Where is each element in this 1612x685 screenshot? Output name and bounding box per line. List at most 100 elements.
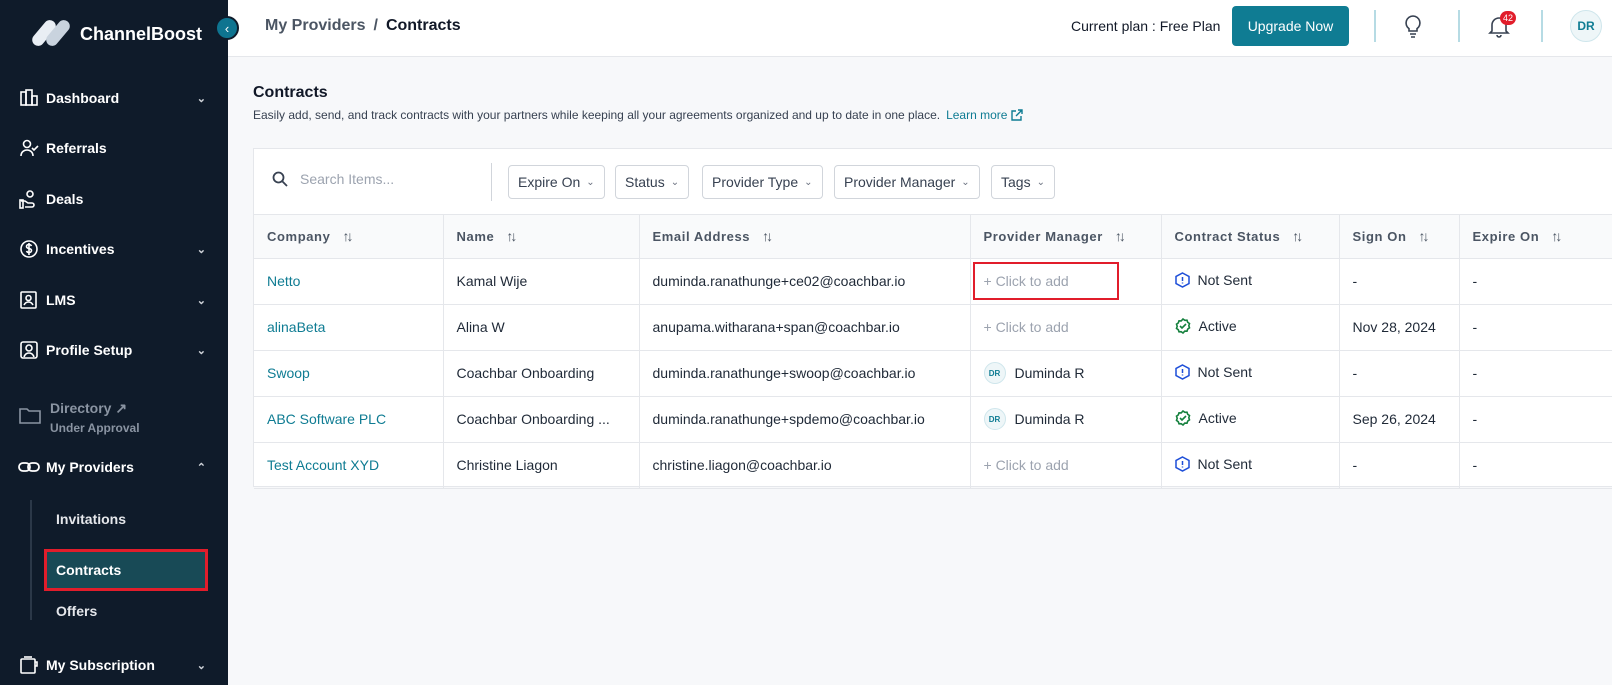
- sidebar-item-label: Dashboard: [46, 90, 120, 106]
- email-address: christine.liagon@coachbar.io: [639, 442, 971, 489]
- filter-provider-manager[interactable]: Provider Manager ⌄: [834, 165, 980, 199]
- dashboard-icon: [18, 87, 40, 109]
- sidebar-item-label: LMS: [46, 292, 76, 308]
- contract-status-cell: Active: [1161, 304, 1340, 351]
- sort-icon[interactable]: ↑↓: [762, 228, 773, 244]
- status-label: Active: [1198, 409, 1237, 426]
- add-provider-manager-button[interactable]: + Click to add: [984, 319, 1069, 335]
- sort-icon[interactable]: ↑↓: [1551, 228, 1562, 244]
- breadcrumb-parent[interactable]: My Providers: [265, 17, 365, 35]
- column-header-contract-status[interactable]: Contract Status ↑↓: [1161, 215, 1340, 259]
- link-icon: [18, 456, 40, 478]
- sort-icon[interactable]: ↑↓: [506, 228, 517, 244]
- sign-on-date: Nov 28, 2024: [1339, 304, 1460, 351]
- folder-icon: [18, 404, 42, 431]
- sidebar-item-my-providers[interactable]: My Providers ⌃: [18, 452, 206, 482]
- filter-status[interactable]: Status ⌄: [615, 165, 690, 199]
- user-avatar[interactable]: DR: [1570, 10, 1602, 42]
- email-address: anupama.witharana+span@coachbar.io: [639, 304, 971, 351]
- chevron-down-icon: ⌄: [804, 176, 813, 188]
- manager-name: Duminda R: [1014, 411, 1085, 427]
- filter-bar: Search Items... Expire On ⌄ Status ⌄ Provi…: [254, 149, 1612, 215]
- company-link[interactable]: Test Account XYD: [254, 442, 444, 489]
- column-header-provider-manager[interactable]: Provider Manager ↑↓: [970, 215, 1162, 259]
- contract-status-cell: Not Sent: [1161, 258, 1340, 305]
- column-header-email[interactable]: Email Address ↑↓: [639, 215, 971, 259]
- column-header-expire-on[interactable]: Expire On ↑↓: [1459, 215, 1612, 259]
- brand[interactable]: ChannelBoost: [29, 17, 203, 49]
- learn-more-label: Learn more: [946, 108, 1008, 122]
- contact-name: Christine Liagon: [443, 442, 640, 489]
- column-label: Email Address: [652, 229, 751, 245]
- contact-name: Coachbar Onboarding: [443, 350, 640, 397]
- provider-manager-cell[interactable]: DR Duminda R: [970, 350, 1162, 397]
- sidebar-item-label: Incentives: [46, 241, 115, 257]
- sign-on-date: -: [1339, 350, 1460, 397]
- sidebar-item-lms[interactable]: LMS ⌄: [18, 285, 206, 315]
- referrals-icon: [18, 137, 40, 159]
- company-link[interactable]: Swoop: [254, 350, 444, 397]
- sidebar-item-referrals[interactable]: Referrals: [18, 133, 206, 163]
- filter-tags[interactable]: Tags ⌄: [991, 165, 1055, 199]
- sort-icon[interactable]: ↑↓: [1419, 228, 1430, 244]
- filter-label: Expire On: [518, 174, 581, 190]
- profile-icon: [18, 339, 40, 361]
- chevron-down-icon: ⌄: [196, 344, 206, 357]
- brand-name: ChannelBoost: [80, 23, 203, 44]
- sidebar-item-directory[interactable]: Directory ↗ Under Approval: [18, 400, 140, 435]
- provider-manager-cell[interactable]: DR Duminda R: [970, 396, 1162, 443]
- filter-label: Tags: [1001, 174, 1031, 190]
- external-link-icon: ↗: [115, 400, 128, 416]
- sidebar-subitem-contracts[interactable]: Contracts: [44, 549, 208, 591]
- directory-label: Directory: [50, 400, 112, 416]
- not-sent-status-icon: [1174, 455, 1190, 472]
- contact-name: Alina W: [443, 304, 640, 351]
- add-provider-manager-button[interactable]: + Click to add: [972, 262, 1119, 300]
- chevron-down-icon: ⌄: [196, 294, 206, 307]
- sidebar-item-label: Referrals: [46, 140, 107, 156]
- search-placeholder: Search Items...: [300, 171, 395, 187]
- sidebar-item-my-subscription[interactable]: My Subscription ⌄: [18, 650, 206, 680]
- contact-name: Coachbar Onboarding ...: [443, 396, 640, 443]
- column-header-sign-on[interactable]: Sign On ↑↓: [1339, 215, 1460, 259]
- table-row: Test Account XYD Christine Liagon christ…: [254, 442, 1612, 489]
- email-address: duminda.ranathunge+spdemo@coachbar.io: [639, 396, 971, 443]
- column-header-name[interactable]: Name ↑↓: [443, 215, 640, 259]
- sidebar-item-profile-setup[interactable]: Profile Setup ⌄: [18, 335, 206, 365]
- company-link[interactable]: Netto: [254, 258, 444, 305]
- chevron-down-icon: ⌄: [1036, 176, 1045, 188]
- learn-more-link[interactable]: Learn more: [946, 108, 1024, 122]
- sidebar-subitem-invitations[interactable]: Invitations: [56, 511, 126, 527]
- chevron-up-icon: ⌃: [196, 461, 206, 474]
- column-label: Provider Manager: [983, 229, 1103, 245]
- chevron-down-icon: ⌄: [196, 659, 206, 672]
- sort-icon[interactable]: ↑↓: [342, 228, 353, 244]
- external-link-icon: [1011, 108, 1024, 121]
- collapse-sidebar-button[interactable]: ‹: [215, 16, 239, 40]
- sort-icon[interactable]: ↑↓: [1292, 228, 1303, 244]
- column-label: Sign On: [1352, 229, 1407, 245]
- column-header-company[interactable]: Company ↑↓: [254, 215, 444, 259]
- filter-expire-on[interactable]: Expire On ⌄: [508, 165, 605, 199]
- table-header-row: Company ↑↓ Name ↑↓ Email Address ↑↓ Provide…: [254, 215, 1612, 259]
- status-label: Not Sent: [1197, 363, 1252, 380]
- company-link[interactable]: alinaBeta: [254, 304, 444, 351]
- sidebar-item-incentives[interactable]: Incentives ⌄: [18, 234, 206, 264]
- status-label: Not Sent: [1197, 455, 1252, 472]
- manager-avatar: DR: [983, 362, 1006, 384]
- sidebar-item-dashboard[interactable]: Dashboard ⌄: [18, 83, 206, 113]
- filter-label: Provider Manager: [844, 174, 956, 190]
- table-row: Netto Kamal Wije duminda.ranathunge+ce02…: [254, 258, 1612, 305]
- company-link[interactable]: ABC Software PLC: [254, 396, 444, 443]
- dollar-circle-icon: [18, 238, 40, 260]
- sidebar-item-deals[interactable]: Deals: [18, 184, 206, 214]
- sidebar-subitem-offers[interactable]: Offers: [56, 603, 97, 619]
- sort-icon[interactable]: ↑↓: [1115, 228, 1126, 244]
- upgrade-now-button[interactable]: Upgrade Now: [1232, 6, 1349, 46]
- search-input[interactable]: Search Items...: [272, 171, 394, 187]
- subnav-line: [30, 500, 32, 620]
- filter-provider-type[interactable]: Provider Type ⌄: [702, 165, 823, 199]
- lightbulb-icon[interactable]: [1402, 14, 1424, 43]
- add-provider-manager-button[interactable]: + Click to add: [984, 457, 1069, 473]
- column-label: Contract Status: [1174, 229, 1281, 245]
